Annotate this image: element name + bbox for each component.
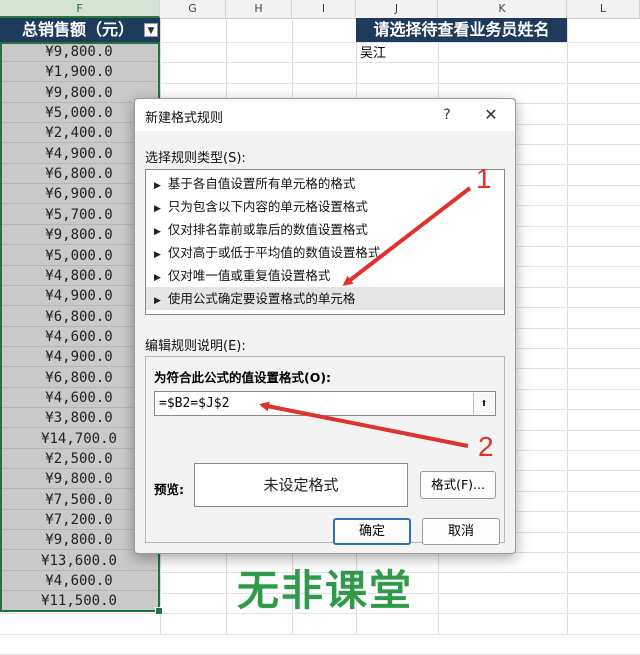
preview-label: 预览: xyxy=(154,482,184,497)
formula-label: 为符合此公式的值设置格式(O): xyxy=(154,370,332,385)
rule-item[interactable]: ▶ 仅对唯一值或重复值设置格式 xyxy=(146,264,504,287)
filter-dropdown-icon[interactable]: ▼ xyxy=(144,23,158,37)
triangle-right-icon: ▶ xyxy=(154,181,161,191)
header-select-salesperson[interactable]: 请选择待查看业务员姓名 xyxy=(356,18,567,42)
select-rule-type-label: 选择规则类型(S): xyxy=(145,151,246,166)
formula-input[interactable]: =$B2=$J$2 ⬆ xyxy=(154,391,496,416)
selected-salesperson-cell[interactable]: 吴江 xyxy=(360,44,386,64)
help-button[interactable]: ? xyxy=(437,105,457,125)
cancel-button[interactable]: 取消 xyxy=(422,518,500,545)
rule-item-selected[interactable]: ▶ 使用公式确定要设置格式的单元格 xyxy=(146,287,504,310)
new-format-rule-dialog: 新建格式规则 ? ✕ 选择规则类型(S): ▶ 基于各自值设置所有单元格的格式 ▶… xyxy=(134,98,516,554)
dialog-titlebar[interactable]: 新建格式规则 ? ✕ xyxy=(135,99,515,131)
watermark-logo: 无非课堂 xyxy=(236,566,413,615)
col-header-j[interactable]: J xyxy=(356,0,438,18)
edit-rule-description-label: 编辑规则说明(E): xyxy=(145,339,246,354)
collapse-dialog-icon[interactable]: ⬆ xyxy=(473,393,494,414)
sales-cell[interactable]: ¥9,800.0 xyxy=(0,42,158,62)
rule-type-list[interactable]: ▶ 基于各自值设置所有单元格的格式 ▶ 只为包含以下内容的单元格设置格式 ▶ 仅对排名… xyxy=(145,169,505,315)
dialog-title: 新建格式规则 xyxy=(145,111,224,126)
col-header-g[interactable]: G xyxy=(160,0,226,18)
formula-value: =$B2=$J$2 xyxy=(159,396,230,411)
rule-description-panel: 为符合此公式的值设置格式(O): =$B2=$J$2 ⬆ 预览: 未设定格式 格… xyxy=(145,356,505,543)
header-total-sales-label: 总销售额（元） xyxy=(22,20,135,39)
triangle-right-icon: ▶ xyxy=(154,250,161,260)
triangle-right-icon: ▶ xyxy=(154,227,161,237)
ok-button[interactable]: 确定 xyxy=(333,518,411,545)
rule-item[interactable]: ▶ 仅对排名靠前或靠后的数值设置格式 xyxy=(146,218,504,241)
sales-cell[interactable]: ¥4,600.0 xyxy=(0,571,158,592)
col-header-h[interactable]: H xyxy=(226,0,292,18)
triangle-right-icon: ▶ xyxy=(154,204,161,214)
preview-box: 未设定格式 xyxy=(194,463,408,507)
format-button[interactable]: 格式(F)... xyxy=(420,471,496,499)
triangle-right-icon: ▶ xyxy=(154,296,161,306)
close-icon[interactable]: ✕ xyxy=(481,105,501,125)
col-header-i[interactable]: I xyxy=(292,0,356,18)
triangle-right-icon: ▶ xyxy=(154,273,161,283)
column-headers: F G H I J K L xyxy=(0,0,640,19)
sales-cell[interactable]: ¥1,900.0 xyxy=(0,62,158,83)
fill-handle[interactable] xyxy=(155,607,163,615)
col-header-l[interactable]: L xyxy=(567,0,640,18)
col-header-f[interactable]: F xyxy=(0,0,160,18)
rule-item[interactable]: ▶ 只为包含以下内容的单元格设置格式 xyxy=(146,195,504,218)
rule-item[interactable]: ▶ 仅对高于或低于平均值的数值设置格式 xyxy=(146,241,504,264)
header-total-sales[interactable]: 总销售额（元） ▼ xyxy=(0,18,160,42)
grid-vline xyxy=(567,18,568,635)
sales-cell[interactable]: ¥11,500.0 xyxy=(0,591,158,612)
rule-item[interactable]: ▶ 基于各自值设置所有单元格的格式 xyxy=(146,172,504,195)
sales-cell[interactable]: ¥13,600.0 xyxy=(0,551,158,571)
col-header-k[interactable]: K xyxy=(438,0,567,18)
grid-hline xyxy=(0,633,640,635)
